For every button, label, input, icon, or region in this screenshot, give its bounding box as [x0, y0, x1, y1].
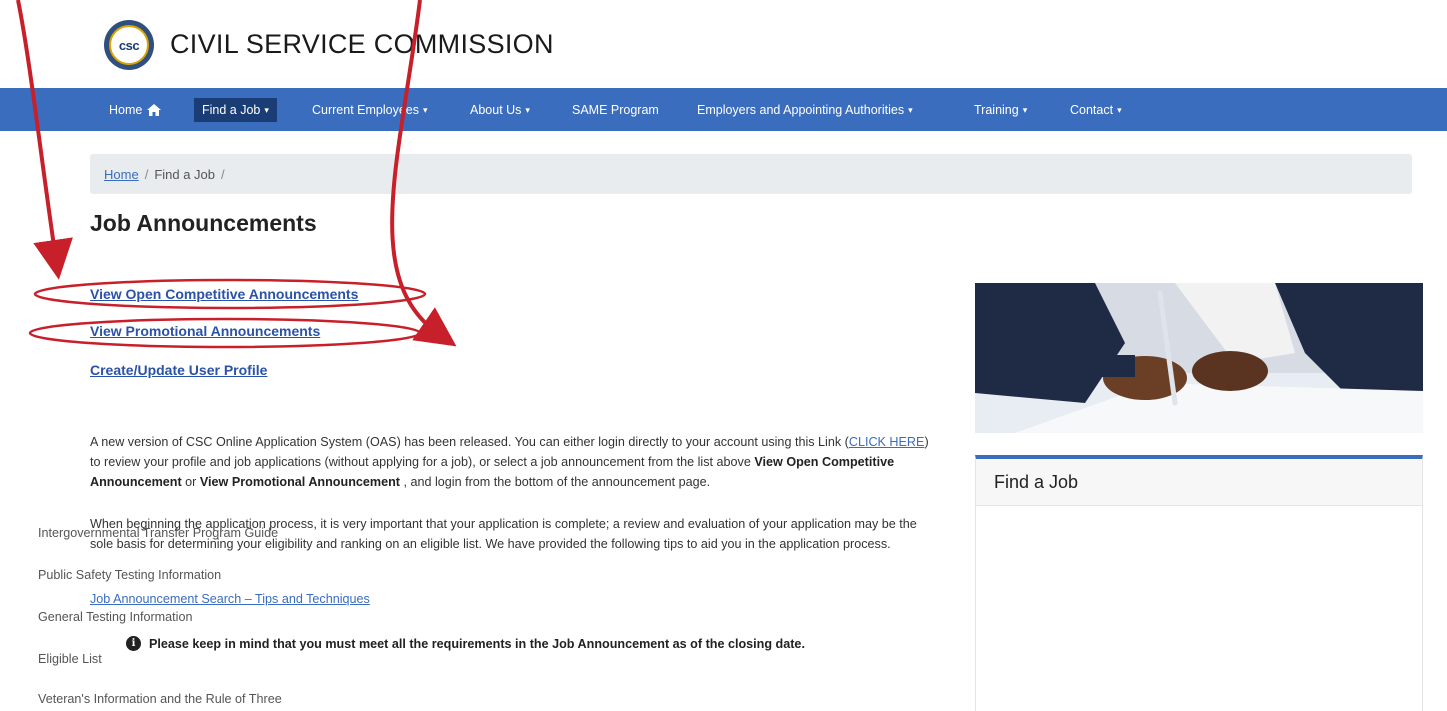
- nav-find-a-job-label: Find a Job: [202, 103, 261, 117]
- sidebar-item-general-testing[interactable]: General Testing Information: [38, 610, 192, 624]
- home-icon: [147, 104, 162, 116]
- logo-seal: csc: [109, 25, 149, 65]
- nav-employers-label: Employers and Appointing Authorities: [697, 103, 905, 117]
- requirements-notice: i Please keep in mind that you must meet…: [126, 636, 805, 651]
- sidebar-item-veterans[interactable]: Veteran's Information and the Rule of Th…: [38, 692, 282, 706]
- nav-same-program[interactable]: SAME Program: [564, 98, 667, 122]
- main-nav: Home Find a Job ▾ Current Employees ▾ Ab…: [0, 88, 1447, 131]
- page-title: Job Announcements: [90, 210, 317, 236]
- caret-down-icon: ▾: [908, 104, 913, 115]
- nav-about-us-label: About Us: [470, 103, 522, 117]
- para-text: A new version of CSC Online Application …: [90, 435, 849, 449]
- caret-down-icon: ▾: [1022, 104, 1028, 115]
- nav-contact[interactable]: Contact ▾: [1062, 98, 1130, 122]
- sidebar-item-public-safety[interactable]: Public Safety Testing Information: [38, 568, 221, 582]
- sidebar-item-eligible-list[interactable]: Eligible List: [38, 652, 102, 666]
- click-here-link[interactable]: CLICK HERE: [849, 435, 925, 449]
- hero-photo: [975, 283, 1423, 433]
- promotional-link[interactable]: View Promotional Announcements: [90, 323, 320, 339]
- caret-down-icon: ▾: [423, 104, 428, 115]
- nav-find-a-job[interactable]: Find a Job ▾: [194, 98, 277, 122]
- info-icon: i: [126, 636, 141, 651]
- nav-training[interactable]: Training ▾: [966, 98, 1035, 122]
- nav-home[interactable]: Home: [101, 98, 169, 122]
- nav-current-employees-label: Current Employees: [312, 103, 419, 117]
- para-text: or: [181, 475, 200, 489]
- breadcrumb-separator: /: [221, 166, 225, 182]
- nav-home-label: Home: [109, 103, 143, 117]
- csc-logo[interactable]: csc: [104, 20, 154, 70]
- logo-text: csc: [118, 37, 140, 53]
- oas-paragraph: A new version of CSC Online Application …: [90, 432, 940, 492]
- site-header: csc CIVIL SERVICE COMMISSION: [0, 0, 1447, 88]
- sidebar-item-transfer-guide[interactable]: Intergovernmental Transfer Program Guide: [38, 526, 278, 540]
- nav-about-us[interactable]: About Us ▾: [462, 98, 538, 122]
- breadcrumb: Home / Find a Job /: [90, 154, 1412, 194]
- para-bold: View Promotional Announcement: [199, 475, 400, 489]
- sidebar-title: Find a Job: [976, 459, 1422, 506]
- page: csc CIVIL SERVICE COMMISSION Home Find a…: [0, 0, 1447, 711]
- photo-illustration: [975, 283, 1423, 433]
- para-text: , and login from the bottom of the annou…: [399, 475, 711, 489]
- caret-down-icon: ▾: [264, 104, 269, 115]
- site-title[interactable]: CIVIL SERVICE COMMISSION: [170, 29, 554, 60]
- nav-same-program-label: SAME Program: [572, 103, 659, 117]
- notice-text: Please keep in mind that you must meet a…: [149, 636, 805, 651]
- nav-contact-label: Contact: [1070, 103, 1114, 117]
- caret-down-icon: ▾: [1117, 104, 1122, 115]
- nav-training-label: Training: [974, 103, 1019, 117]
- find-a-job-sidebar: Find a Job: [975, 455, 1423, 711]
- nav-employers[interactable]: Employers and Appointing Authorities ▾: [689, 98, 921, 122]
- breadcrumb-home-link[interactable]: Home: [104, 167, 139, 182]
- caret-down-icon: ▾: [525, 104, 530, 115]
- open-competitive-link[interactable]: View Open Competitive Announcements: [90, 286, 358, 302]
- user-profile-link[interactable]: Create/Update User Profile: [90, 362, 267, 378]
- nav-current-employees[interactable]: Current Employees ▾: [304, 98, 436, 122]
- tips-and-techniques-link[interactable]: Job Announcement Search – Tips and Techn…: [90, 592, 370, 606]
- breadcrumb-current: Find a Job: [154, 166, 216, 182]
- breadcrumb-separator: /: [144, 166, 149, 182]
